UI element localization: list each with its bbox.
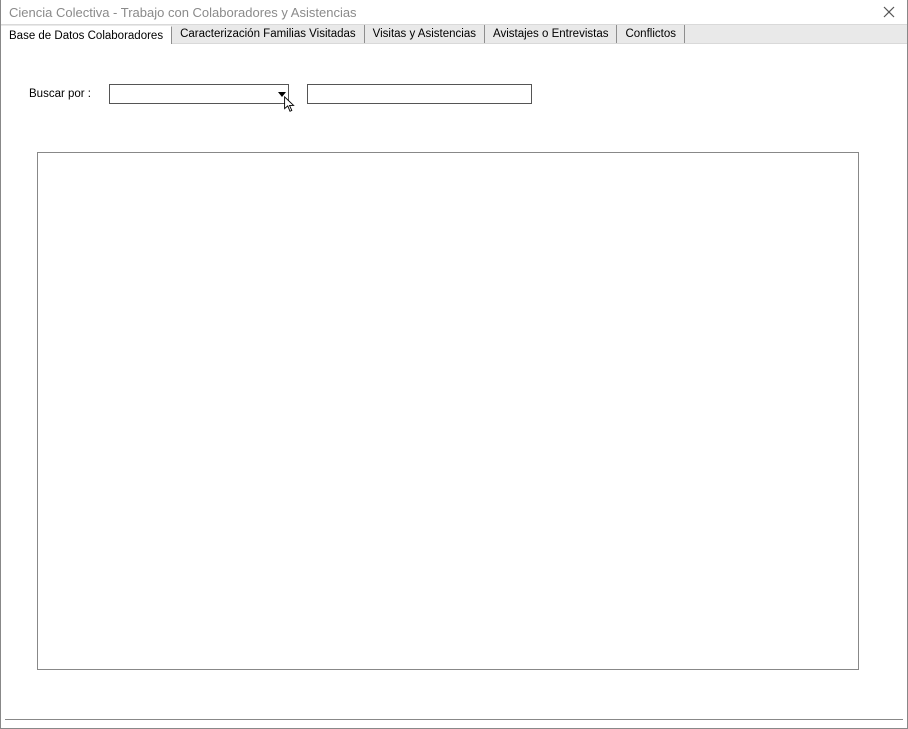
- tab-avistajes-entrevistas[interactable]: Avistajes o Entrevistas: [485, 25, 617, 43]
- tab-caracterizacion-familias[interactable]: Caracterización Familias Visitadas: [172, 25, 365, 43]
- tab-label: Base de Datos Colaboradores: [9, 30, 163, 42]
- titlebar: Ciencia Colectiva - Trabajo con Colabora…: [1, 0, 907, 24]
- tabstrip: Base de Datos Colaboradores Caracterizac…: [1, 24, 907, 44]
- tab-label: Caracterización Familias Visitadas: [180, 28, 356, 40]
- search-by-dropdown[interactable]: [109, 84, 289, 104]
- tab-base-datos-colaboradores[interactable]: Base de Datos Colaboradores: [1, 26, 172, 44]
- status-divider: [5, 719, 903, 720]
- tab-content: Buscar por :: [1, 44, 907, 690]
- tab-conflictos[interactable]: Conflictos: [617, 25, 685, 43]
- close-button[interactable]: [879, 2, 899, 22]
- tab-label: Avistajes o Entrevistas: [493, 28, 608, 40]
- search-label: Buscar por :: [29, 88, 91, 100]
- tab-label: Visitas y Asistencias: [373, 28, 476, 40]
- chevron-down-icon: [278, 92, 286, 97]
- window-title: Ciencia Colectiva - Trabajo con Colabora…: [9, 5, 357, 20]
- search-row: Buscar por :: [29, 84, 879, 104]
- search-input[interactable]: [307, 84, 532, 104]
- close-icon: [883, 6, 895, 18]
- results-panel: [37, 152, 859, 670]
- tab-label: Conflictos: [625, 28, 676, 40]
- tab-visitas-asistencias[interactable]: Visitas y Asistencias: [365, 25, 485, 43]
